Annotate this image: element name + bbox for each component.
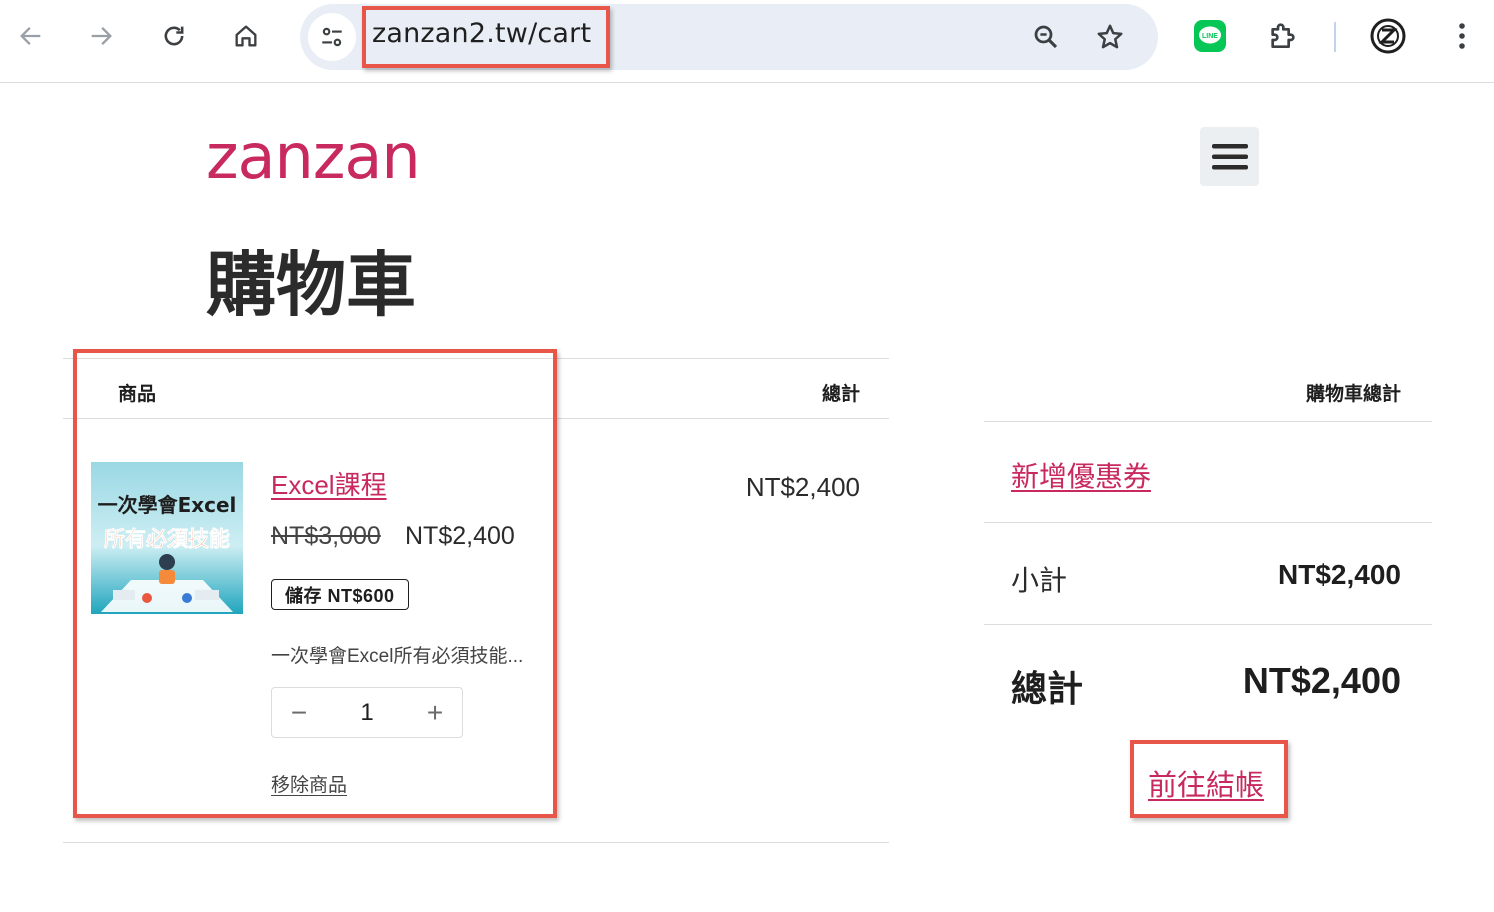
zoom-button[interactable] bbox=[1024, 15, 1068, 59]
line-item-total: NT$2,400 bbox=[745, 472, 860, 502]
annotation-box-url bbox=[362, 6, 610, 68]
reload-icon bbox=[164, 26, 184, 46]
subtotal-label: 小計 bbox=[1011, 565, 1068, 596]
line-icon-label: LINE bbox=[1202, 33, 1218, 40]
subtotal-value: NT$2,400 bbox=[1278, 559, 1401, 590]
profile-avatar-icon bbox=[1370, 18, 1406, 54]
add-coupon-link[interactable]: 新增優惠券 bbox=[1011, 455, 1151, 495]
annotation-box-checkout bbox=[1130, 740, 1288, 818]
extensions-button[interactable] bbox=[1260, 14, 1304, 58]
site-logo[interactable]: zanzan bbox=[206, 126, 421, 188]
bookmark-button[interactable] bbox=[1088, 15, 1132, 59]
cart-totals-header: 購物車總計 bbox=[1305, 384, 1401, 405]
annotation-box-cart-item bbox=[73, 349, 557, 818]
table-bottom-divider bbox=[63, 842, 889, 843]
home-button[interactable] bbox=[224, 14, 268, 58]
site-info-button[interactable] bbox=[308, 13, 356, 61]
reload-button[interactable] bbox=[152, 14, 196, 58]
column-header-total: 總計 bbox=[821, 384, 860, 405]
back-button[interactable] bbox=[9, 14, 53, 58]
totals-header-divider bbox=[984, 421, 1432, 422]
line-icon: LINE bbox=[1194, 20, 1226, 52]
profile-button[interactable] bbox=[1366, 14, 1410, 58]
browser-menu-button[interactable] bbox=[1440, 14, 1484, 58]
tune-icon bbox=[322, 27, 342, 47]
home-icon bbox=[235, 25, 257, 47]
total-label: 總計 bbox=[1011, 668, 1084, 709]
browser-toolbar: zanzan2.tw/cart LINE bbox=[0, 0, 1494, 83]
site-menu-button[interactable] bbox=[1200, 127, 1259, 186]
hamburger-icon bbox=[1211, 143, 1248, 169]
forward-button[interactable] bbox=[79, 14, 123, 58]
kebab-menu-icon bbox=[1459, 23, 1465, 49]
subtotal-divider bbox=[984, 624, 1432, 625]
line-extension-button[interactable]: LINE bbox=[1188, 14, 1232, 58]
total-value: NT$2,400 bbox=[1242, 660, 1401, 701]
coupon-divider bbox=[984, 522, 1432, 523]
back-arrow-icon bbox=[20, 27, 41, 45]
puzzle-icon bbox=[1271, 23, 1295, 48]
forward-arrow-icon bbox=[91, 27, 112, 45]
star-icon bbox=[1097, 24, 1123, 49]
toolbar-divider bbox=[1334, 22, 1336, 52]
zoom-icon bbox=[1034, 25, 1058, 49]
page-title: 購物車 bbox=[206, 244, 416, 326]
